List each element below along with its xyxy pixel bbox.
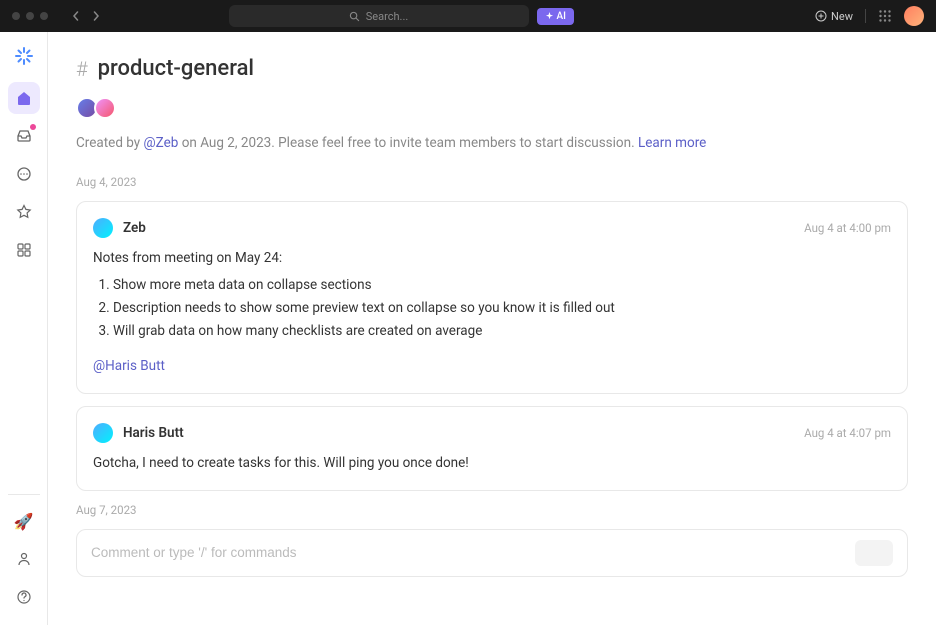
apps-icon[interactable] [878, 9, 892, 23]
member-avatars[interactable] [76, 97, 908, 119]
list-item: Will grab data on how many checklists ar… [113, 321, 891, 342]
ai-label: AI [557, 11, 566, 22]
inbox-icon [16, 128, 32, 144]
sidebar-favorites[interactable] [8, 196, 40, 228]
app-logo[interactable] [12, 44, 36, 68]
message-card: Zeb Aug 4 at 4:00 pm Notes from meeting … [76, 201, 908, 394]
forward-button[interactable] [88, 8, 104, 24]
message-mention[interactable]: @Haris Butt [93, 356, 165, 377]
user-avatar[interactable] [904, 6, 924, 26]
date-separator: Aug 7, 2023 [76, 503, 908, 517]
channel-header: # product-general [76, 56, 908, 81]
learn-more-link[interactable]: Learn more [638, 135, 706, 151]
hash-icon: # [76, 57, 88, 81]
sidebar-inbox[interactable] [8, 120, 40, 152]
message-time: Aug 4 at 4:07 pm [804, 426, 891, 440]
sidebar-help[interactable] [8, 581, 40, 613]
new-button[interactable]: New [815, 10, 853, 23]
plus-circle-icon [815, 10, 827, 22]
sidebar: 🚀 [0, 32, 48, 625]
sidebar-divider [8, 494, 40, 495]
channel-description: Created by @Zeb on Aug 2, 2023. Please f… [76, 135, 908, 151]
back-button[interactable] [68, 8, 84, 24]
date-separator: Aug 4, 2023 [76, 175, 908, 189]
message-header: Zeb Aug 4 at 4:00 pm [93, 218, 891, 238]
created-prefix: Created by [76, 135, 144, 151]
new-label: New [831, 10, 853, 23]
list-item: Description needs to show some preview t… [113, 298, 891, 319]
message-card: Haris Butt Aug 4 at 4:07 pm Gotcha, I ne… [76, 406, 908, 491]
search-placeholder: Search... [366, 10, 409, 23]
home-icon [16, 90, 32, 106]
ai-badge[interactable]: AI [537, 8, 574, 25]
search-input[interactable]: Search... [229, 5, 529, 27]
send-button[interactable] [855, 540, 893, 566]
sidebar-upgrade[interactable]: 🚀 [8, 505, 40, 537]
message-author: Zeb [123, 220, 146, 236]
message-body: Notes from meeting on May 24: Show more … [93, 248, 891, 377]
divider [865, 9, 866, 23]
created-mid: on Aug 2, 2023. Please feel free to invi… [178, 135, 638, 151]
window-controls [12, 12, 48, 20]
message-body: Gotcha, I need to create tasks for this.… [93, 453, 891, 474]
sidebar-home[interactable] [8, 82, 40, 114]
message-list: Show more meta data on collapse sections… [113, 275, 891, 342]
member-avatar[interactable] [94, 97, 116, 119]
rocket-icon: 🚀 [14, 512, 34, 531]
grid-icon [16, 242, 32, 258]
help-icon [16, 589, 32, 605]
composer-input[interactable] [91, 545, 855, 560]
nav-arrows [68, 8, 104, 24]
sparkle-icon [545, 12, 554, 21]
message-intro: Notes from meeting on May 24: [93, 248, 891, 269]
star-icon [16, 204, 32, 220]
list-item: Show more meta data on collapse sections [113, 275, 891, 296]
close-window[interactable] [12, 12, 20, 20]
composer [76, 529, 908, 577]
sidebar-more[interactable] [8, 158, 40, 190]
message-author: Haris Butt [123, 425, 184, 441]
message-time: Aug 4 at 4:00 pm [804, 221, 891, 235]
message-avatar[interactable] [93, 423, 113, 443]
creator-mention[interactable]: @Zeb [144, 135, 179, 151]
main-content: # product-general Created by @Zeb on Aug… [48, 32, 936, 625]
sidebar-dashboard[interactable] [8, 234, 40, 266]
message-avatar[interactable] [93, 218, 113, 238]
notification-dot [30, 124, 36, 130]
search-container: Search... AI [229, 5, 574, 27]
minimize-window[interactable] [26, 12, 34, 20]
topbar: Search... AI New [0, 0, 936, 32]
message-header: Haris Butt Aug 4 at 4:07 pm [93, 423, 891, 443]
person-icon [16, 551, 32, 567]
topbar-right: New [815, 6, 924, 26]
search-icon [349, 11, 360, 22]
sidebar-bottom: 🚀 [8, 490, 40, 613]
channel-title: product-general [98, 56, 254, 81]
maximize-window[interactable] [40, 12, 48, 20]
more-icon [16, 166, 32, 182]
sidebar-profile[interactable] [8, 543, 40, 575]
